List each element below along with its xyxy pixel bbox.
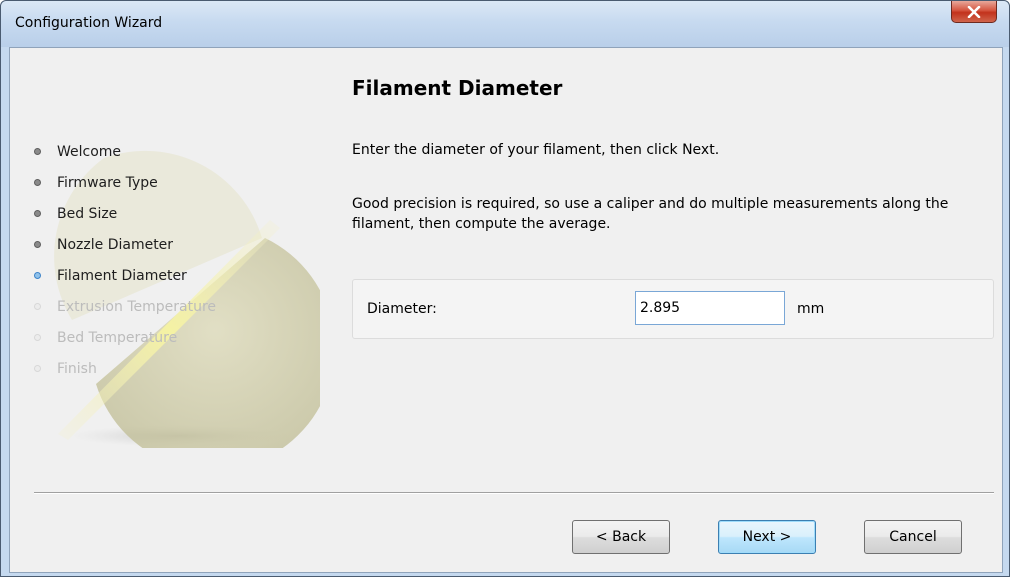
step-extrusion-temperature: Extrusion Temperature [34, 291, 216, 322]
diameter-field-group: Diameter: mm [352, 279, 994, 339]
step-label: Firmware Type [57, 174, 158, 191]
step-nozzle-diameter: Nozzle Diameter [34, 229, 216, 260]
step-label: Bed Size [57, 205, 118, 222]
page-description: Enter the diameter of your filament, the… [352, 142, 720, 158]
step-label: Finish [57, 360, 97, 377]
step-label: Filament Diameter [57, 267, 187, 284]
step-welcome: Welcome [34, 136, 216, 167]
page-title: Filament Diameter [352, 76, 563, 100]
step-bullet-icon [34, 365, 41, 372]
step-bullet-icon [34, 148, 41, 155]
step-finish: Finish [34, 353, 216, 384]
step-label: Bed Temperature [57, 329, 178, 346]
wizard-window: Configuration Wizard Welcome Firmware Ty… [0, 0, 1010, 577]
back-button[interactable]: < Back [572, 520, 670, 554]
step-label: Extrusion Temperature [57, 298, 217, 315]
footer-divider [34, 492, 994, 494]
next-button[interactable]: Next > [718, 520, 816, 554]
step-label: Nozzle Diameter [57, 236, 174, 253]
close-button[interactable] [951, 1, 997, 23]
step-bullet-icon [34, 334, 41, 341]
step-label: Welcome [57, 143, 122, 160]
step-bullet-icon [34, 210, 41, 217]
step-bed-size: Bed Size [34, 198, 216, 229]
step-filament-diameter: Filament Diameter [34, 260, 216, 291]
title-bar[interactable]: Configuration Wizard [1, 1, 1009, 47]
step-bullet-icon [34, 179, 41, 186]
wizard-content: Welcome Firmware Type Bed Size Nozzle Di… [9, 47, 1003, 573]
step-bullet-icon [34, 241, 41, 248]
precision-note: Good precision is required, so use a cal… [352, 196, 949, 232]
wizard-steps: Welcome Firmware Type Bed Size Nozzle Di… [34, 136, 216, 384]
step-bullet-active-icon [34, 272, 41, 279]
step-firmware-type: Firmware Type [34, 167, 216, 198]
cancel-button[interactable]: Cancel [864, 520, 962, 554]
step-bed-temperature: Bed Temperature [34, 322, 216, 353]
step-bullet-icon [34, 303, 41, 310]
close-icon [967, 5, 981, 18]
diameter-unit: mm [797, 301, 825, 317]
window-title: Configuration Wizard [15, 15, 163, 31]
diameter-input[interactable] [635, 291, 785, 325]
diameter-label: Diameter: [367, 301, 437, 317]
